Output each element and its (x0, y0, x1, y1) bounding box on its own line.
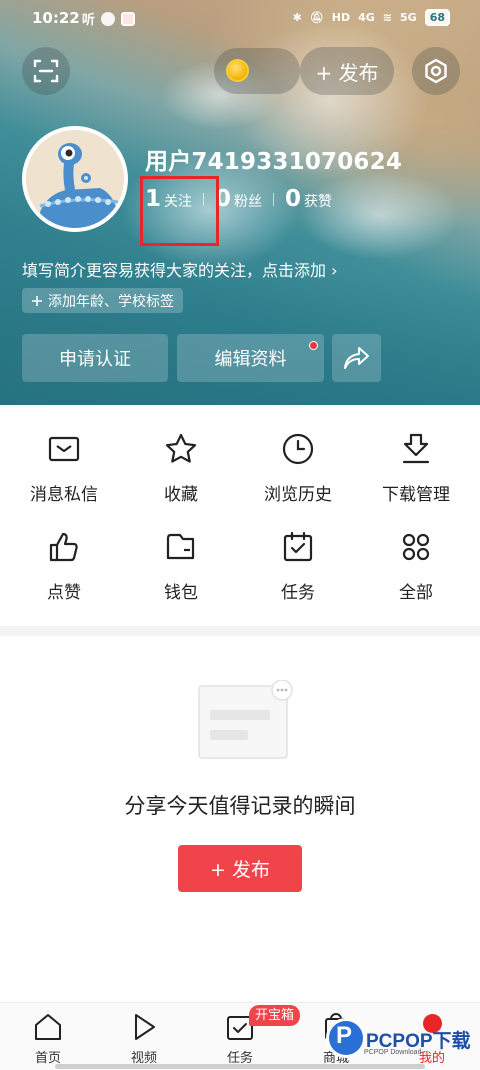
stat-likes[interactable]: 0 获赞 (285, 186, 332, 212)
header-publish-label: + 发布 (315, 60, 379, 85)
message-icon (48, 436, 80, 462)
wallet-icon (166, 533, 195, 560)
feature-label: 浏览历史 (264, 485, 332, 505)
profile-header: 10:22 听 ✱ 🔕︎ HD 4G ≋ 5G 68 + 发布 用户741933… (0, 0, 480, 405)
grid-icon (402, 533, 430, 561)
thumbs-up-icon (49, 532, 78, 562)
feature-history[interactable]: 浏览历史 (238, 432, 358, 505)
stat-divider (273, 192, 275, 206)
feature-favorites[interactable]: 收藏 (121, 432, 241, 505)
annotation-highlight-box (140, 176, 219, 246)
treasure-badge[interactable]: 开宝箱 (249, 1005, 301, 1026)
feature-label: 全部 (399, 583, 433, 603)
scan-icon (33, 59, 59, 83)
scan-button[interactable] (22, 47, 70, 95)
weibo-icon (121, 11, 136, 26)
feature-all[interactable]: 全部 (356, 530, 476, 603)
status-app-text: 听 (82, 13, 96, 28)
network-5g: 5G (400, 11, 417, 24)
coin-icon (226, 59, 249, 82)
home-icon (35, 1014, 61, 1040)
battery-indicator: 68 (424, 9, 450, 26)
status-time: 10:22 (32, 9, 80, 27)
verify-button[interactable]: 申请认证 (22, 334, 168, 382)
feature-wallet[interactable]: 钱包 (121, 530, 241, 603)
wifi-icon: ≋ (382, 11, 392, 24)
stat-followers-label: 粉丝 (234, 194, 263, 210)
add-tag-chip[interactable]: 添加年龄、学校标签 (22, 288, 183, 313)
feature-label: 钱包 (164, 583, 198, 603)
stat-likes-value: 0 (285, 186, 302, 212)
settings-button[interactable] (412, 47, 460, 95)
status-bar: 10:22 听 ✱ 🔕︎ HD 4G ≋ 5G 68 (0, 0, 480, 38)
feature-label: 点赞 (47, 583, 81, 603)
feature-likes[interactable]: 点赞 (4, 530, 124, 603)
mute-icon: 🔕︎ (309, 11, 324, 24)
avatar[interactable] (22, 126, 128, 232)
chat-bubble-icon (101, 11, 116, 26)
header-publish-button[interactable]: + 发布 (300, 47, 394, 95)
clock-icon (282, 433, 314, 465)
gear-icon (425, 58, 447, 84)
edit-profile-label: 编辑资料 (214, 349, 287, 370)
edit-profile-button[interactable]: 编辑资料 (177, 334, 324, 382)
stat-followers[interactable]: 0 粉丝 (215, 186, 262, 212)
add-tag-label: 添加年龄、学校标签 (48, 293, 174, 310)
feature-label: 收藏 (164, 485, 198, 505)
plus-icon (32, 295, 42, 306)
bluetooth-icon: ✱ (292, 11, 302, 24)
watermark-p: P (336, 1022, 353, 1049)
feature-messages[interactable]: 消息私信 (4, 432, 124, 505)
share-icon (343, 347, 369, 369)
star-icon (165, 433, 197, 463)
calendar-check-icon (283, 531, 313, 562)
feature-tasks[interactable]: 任务 (238, 530, 358, 603)
publish-button[interactable]: + 发布 (178, 845, 302, 892)
publish-button-label: + 发布 (210, 859, 270, 881)
feature-label: 任务 (281, 583, 315, 603)
watermark-sub: PCPOP Download (364, 1049, 422, 1056)
feature-label: 消息私信 (30, 485, 98, 505)
notification-dot (309, 341, 318, 350)
home-indicator (55, 1064, 425, 1069)
share-button[interactable] (332, 334, 381, 382)
bio-prompt[interactable]: 填写简介更容易获得大家的关注，点击添加 › (22, 257, 338, 281)
hd-icon: HD (331, 11, 351, 24)
nav-video[interactable]: 视频 (96, 1011, 192, 1066)
network-4g: 4G (358, 11, 375, 24)
stat-likes-label: 获赞 (304, 194, 333, 210)
section-divider (0, 626, 480, 636)
download-icon (402, 433, 430, 464)
empty-state-text: 分享今天值得记录的瞬间 (124, 794, 356, 818)
verify-label: 申请认证 (59, 349, 131, 370)
watermark-logo: P PCPOP下载 PCPOP Download (322, 1012, 472, 1066)
feature-downloads[interactable]: 下载管理 (356, 432, 476, 505)
feature-grid: 消息私信 收藏 浏览历史 下载管理 点赞 钱包 任务 全部 (0, 405, 480, 625)
feature-label: 下载管理 (382, 485, 450, 505)
coin-button[interactable] (214, 48, 300, 94)
play-icon (135, 1014, 155, 1040)
username: 用户7419331070624 (145, 149, 403, 175)
nav-home[interactable]: 首页 (0, 1011, 96, 1066)
empty-state-illustration (198, 680, 293, 759)
monster-avatar-icon (26, 130, 124, 228)
